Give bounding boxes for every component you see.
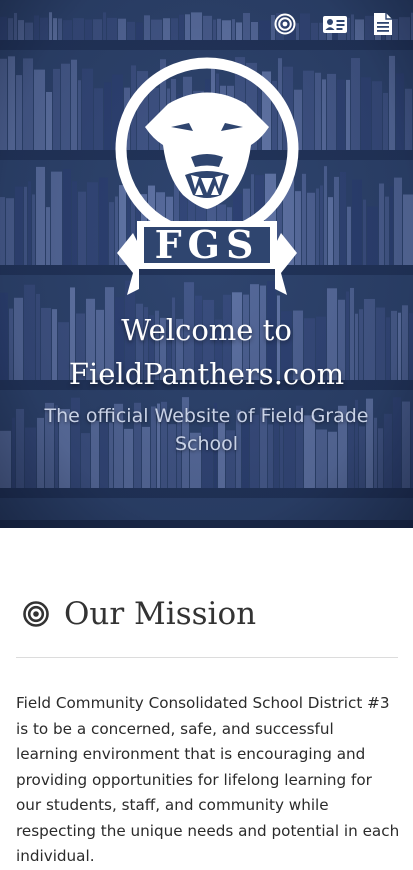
mission-header: Our Mission [22, 596, 256, 632]
welcome-heading: Welcome to FieldPanthers.com [0, 308, 413, 396]
contact-card-icon[interactable] [321, 11, 347, 37]
target-icon[interactable] [273, 11, 297, 37]
hero-bottom-edge [0, 520, 413, 528]
logo-text: FGS [155, 222, 260, 267]
hero-banner: FGS Welcome to FieldPanthers.com The off… [0, 0, 413, 528]
mission-text: Field Community Consolidated School Dist… [16, 694, 400, 865]
target-icon [23, 601, 49, 627]
welcome-line1: Welcome to [121, 313, 292, 347]
welcome-line2: FieldPanthers.com [68, 357, 345, 391]
top-nav [249, 11, 395, 37]
section-divider [16, 657, 398, 658]
hero-subtitle: The official Website of Field Grade Scho… [44, 405, 369, 455]
fgs-panther-logo: FGS [115, 57, 299, 295]
document-icon[interactable] [371, 11, 395, 37]
mission-title: Our Mission [64, 596, 257, 632]
